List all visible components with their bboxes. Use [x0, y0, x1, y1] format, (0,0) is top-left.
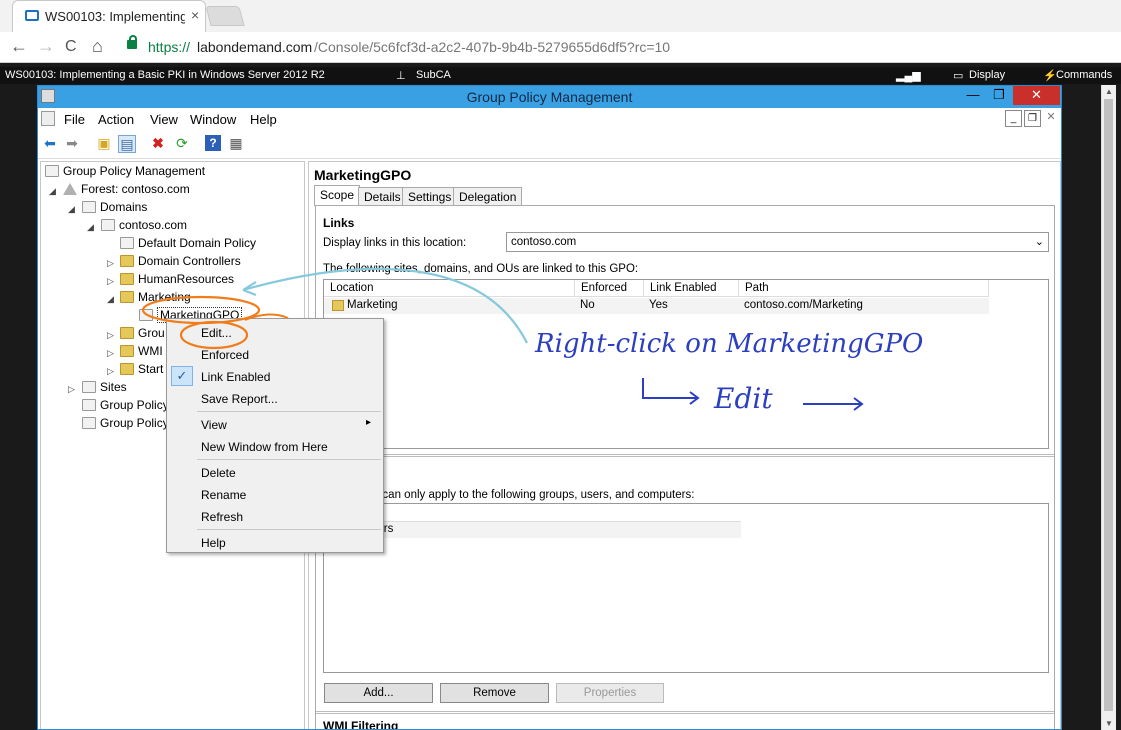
highlight-marketinggpo	[141, 295, 261, 325]
annotation-edit: Edit	[713, 382, 773, 415]
scroll-up-icon[interactable]: ▲	[1105, 87, 1113, 96]
annotation-overlay: Right-click on MarketingGPO Edit	[141, 267, 923, 415]
annotation-arrow	[642, 378, 698, 399]
annotation-instruction: Right-click on MarketingGPO	[534, 329, 923, 359]
page-scrollbar[interactable]: ▲ ▼	[1101, 85, 1116, 730]
scroll-down-icon[interactable]: ▼	[1105, 719, 1113, 728]
pointer-arrow	[242, 267, 528, 344]
highlight-edit	[179, 320, 249, 350]
scrollbar-thumb[interactable]	[1104, 99, 1113, 711]
annotation-arrow	[803, 397, 864, 411]
orange-stroke	[244, 313, 289, 321]
